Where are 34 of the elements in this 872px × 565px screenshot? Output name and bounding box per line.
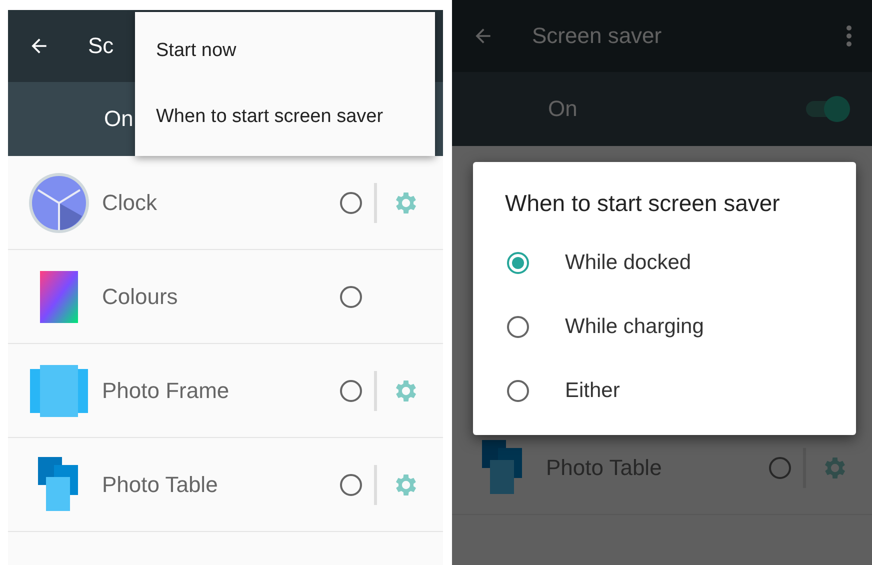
radio-button[interactable] <box>340 286 362 308</box>
item-label: Photo Frame <box>102 378 230 404</box>
photo-frame-icon <box>28 364 90 416</box>
dialog-title: When to start screen saver <box>504 190 781 217</box>
radio-option[interactable]: While docked <box>473 231 856 295</box>
radio-button[interactable] <box>340 192 362 214</box>
radio-button[interactable] <box>507 380 529 402</box>
radio-button[interactable] <box>340 474 362 496</box>
more-options-icon[interactable] <box>846 25 852 47</box>
option-label: While charging <box>565 315 704 339</box>
menu-item[interactable]: Start now <box>135 18 435 84</box>
option-label: While docked <box>565 251 692 275</box>
clock-icon <box>28 172 90 234</box>
radio-button[interactable] <box>340 380 362 402</box>
toolbar-title: Sc <box>88 33 114 59</box>
toolbar-title: Screen saver <box>532 23 662 49</box>
option-label: Either <box>565 379 620 403</box>
item-label: Colours <box>102 284 179 310</box>
screen-saver-item[interactable]: Colours <box>8 250 443 344</box>
screen-saver-item[interactable]: Photo Frame <box>8 344 443 438</box>
radio-button[interactable] <box>507 316 529 338</box>
screen-saver-item[interactable]: Clock <box>8 156 443 250</box>
menu-item[interactable]: When to start screen saver <box>135 84 435 150</box>
item-label: Photo Table <box>546 454 663 480</box>
radio-option[interactable]: While charging <box>473 295 856 359</box>
item-label: Clock <box>102 190 158 216</box>
item-label: Photo Table <box>102 472 219 498</box>
switch-label: On <box>548 96 578 122</box>
screen-saver-item[interactable]: Photo Table <box>8 438 443 532</box>
toggle-switch[interactable] <box>804 96 850 122</box>
switch-label: On <box>104 106 134 132</box>
radio-option[interactable]: Either <box>473 359 856 423</box>
radio-button[interactable] <box>507 252 529 274</box>
radio-button[interactable] <box>769 456 791 478</box>
